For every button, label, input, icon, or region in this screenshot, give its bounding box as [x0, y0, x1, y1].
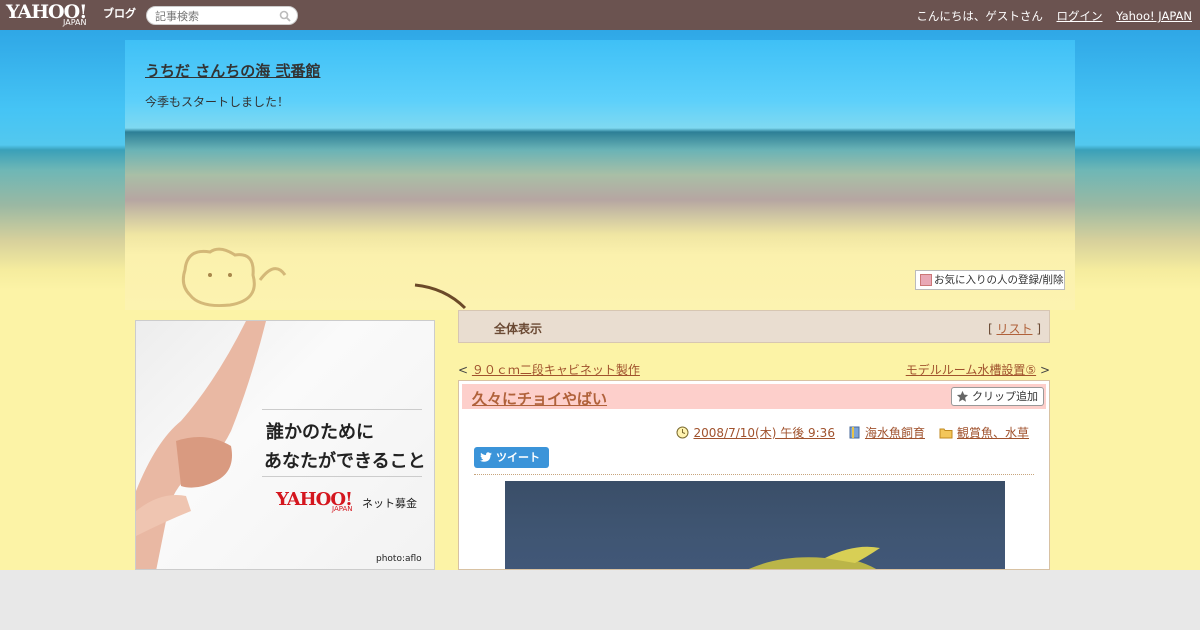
tweet-button[interactable]: ツイート — [474, 447, 549, 468]
next-article: モデルルーム水槽設置⑤ > — [906, 361, 1050, 378]
search-box[interactable] — [146, 6, 298, 25]
prev-article: < ９０ｃｍ二段キャビネット製作 — [458, 361, 640, 378]
blog-description: 今季もスタートしました！ — [145, 95, 290, 109]
article-header: 久々にチョイやばい クリップ追加 — [462, 384, 1046, 409]
tweet-label: ツイート — [496, 451, 540, 464]
blog-title[interactable]: うちだ さんちの海 弐番館 — [145, 60, 320, 81]
bear-sand-drawing-icon — [181, 247, 467, 310]
ad-tagline: ネット募金 — [362, 497, 417, 510]
search-icon[interactable] — [279, 10, 291, 22]
next-arrow: > — [1039, 363, 1050, 377]
clip-add-button[interactable]: クリップ追加 — [951, 387, 1044, 406]
article-divider — [474, 474, 1034, 475]
page-footer-area — [0, 570, 1200, 630]
folder-link[interactable]: 観賞魚、水草 — [957, 426, 1029, 440]
favorite-register-label: お気に入りの人の登録/削除 — [934, 274, 1064, 286]
clock-icon — [676, 426, 689, 439]
twitter-bird-icon — [480, 452, 492, 462]
folder-icon — [939, 428, 953, 439]
list-bracket-open: [ — [987, 322, 993, 336]
article-panel: 久々にチョイやばい クリップ追加 2008/7/10(木) 午後 9:36 海水… — [458, 380, 1050, 570]
login-link[interactable]: ログイン — [1057, 9, 1103, 23]
article-photo[interactable] — [505, 481, 1005, 569]
ad-divider — [262, 409, 422, 410]
search-input[interactable] — [155, 9, 275, 23]
ad-yahoo-logo-sub: JAPAN — [332, 505, 353, 513]
article-meta: 2008/7/10(木) 午後 9:36 海水魚飼育 観賞魚、水草 — [676, 424, 1029, 441]
blog-service-label[interactable]: ブログ — [103, 5, 136, 21]
next-article-link[interactable]: モデルルーム水槽設置⑤ — [906, 363, 1036, 377]
category-link[interactable]: 海水魚飼育 — [865, 426, 925, 440]
yellow-fish-image-icon — [748, 546, 880, 569]
ad-headline-1: 誰かのために — [266, 422, 374, 443]
show-all-label: 全体表示 — [494, 322, 543, 336]
ad-headline-2: あなたができること — [264, 451, 426, 472]
ad-photo-credit: photo:aflo — [376, 554, 422, 564]
list-link[interactable]: リスト — [996, 322, 1032, 336]
article-nav-bar: 全体表示 [ リスト ] — [458, 310, 1050, 343]
holding-hands-icon — [136, 321, 266, 569]
article-date-link[interactable]: 2008/7/10(木) 午後 9:36 — [693, 426, 834, 440]
article-title[interactable]: 久々にチョイやばい — [472, 388, 607, 409]
prev-article-link[interactable]: ９０ｃｍ二段キャビネット製作 — [472, 363, 640, 377]
list-bracket-close: ] — [1036, 322, 1041, 336]
yahoo-logo-sub: JAPAN — [63, 18, 87, 27]
favorite-icon — [920, 274, 932, 286]
clip-add-label: クリップ追加 — [972, 390, 1038, 403]
list-toggle: [ リスト ] — [988, 320, 1041, 337]
greeting-text: こんにちは、ゲストさん — [916, 9, 1043, 23]
yahoo-japan-link[interactable]: Yahoo! JAPAN — [1116, 9, 1192, 23]
book-icon — [849, 426, 860, 439]
star-icon — [956, 390, 969, 402]
donation-ad-banner[interactable]: 誰かのために あなたができること YAHOO! JAPAN ネット募金 phot… — [135, 320, 435, 570]
top-bar: YAHOO! JAPAN ブログ こんにちは、ゲストさん ログイン Yahoo!… — [0, 0, 1200, 30]
ad-divider — [262, 476, 422, 477]
prev-arrow: < — [458, 363, 469, 377]
user-area: こんにちは、ゲストさん ログイン Yahoo! JAPAN — [916, 8, 1192, 24]
favorite-register-button[interactable]: お気に入りの人の登録/削除 — [915, 270, 1065, 290]
